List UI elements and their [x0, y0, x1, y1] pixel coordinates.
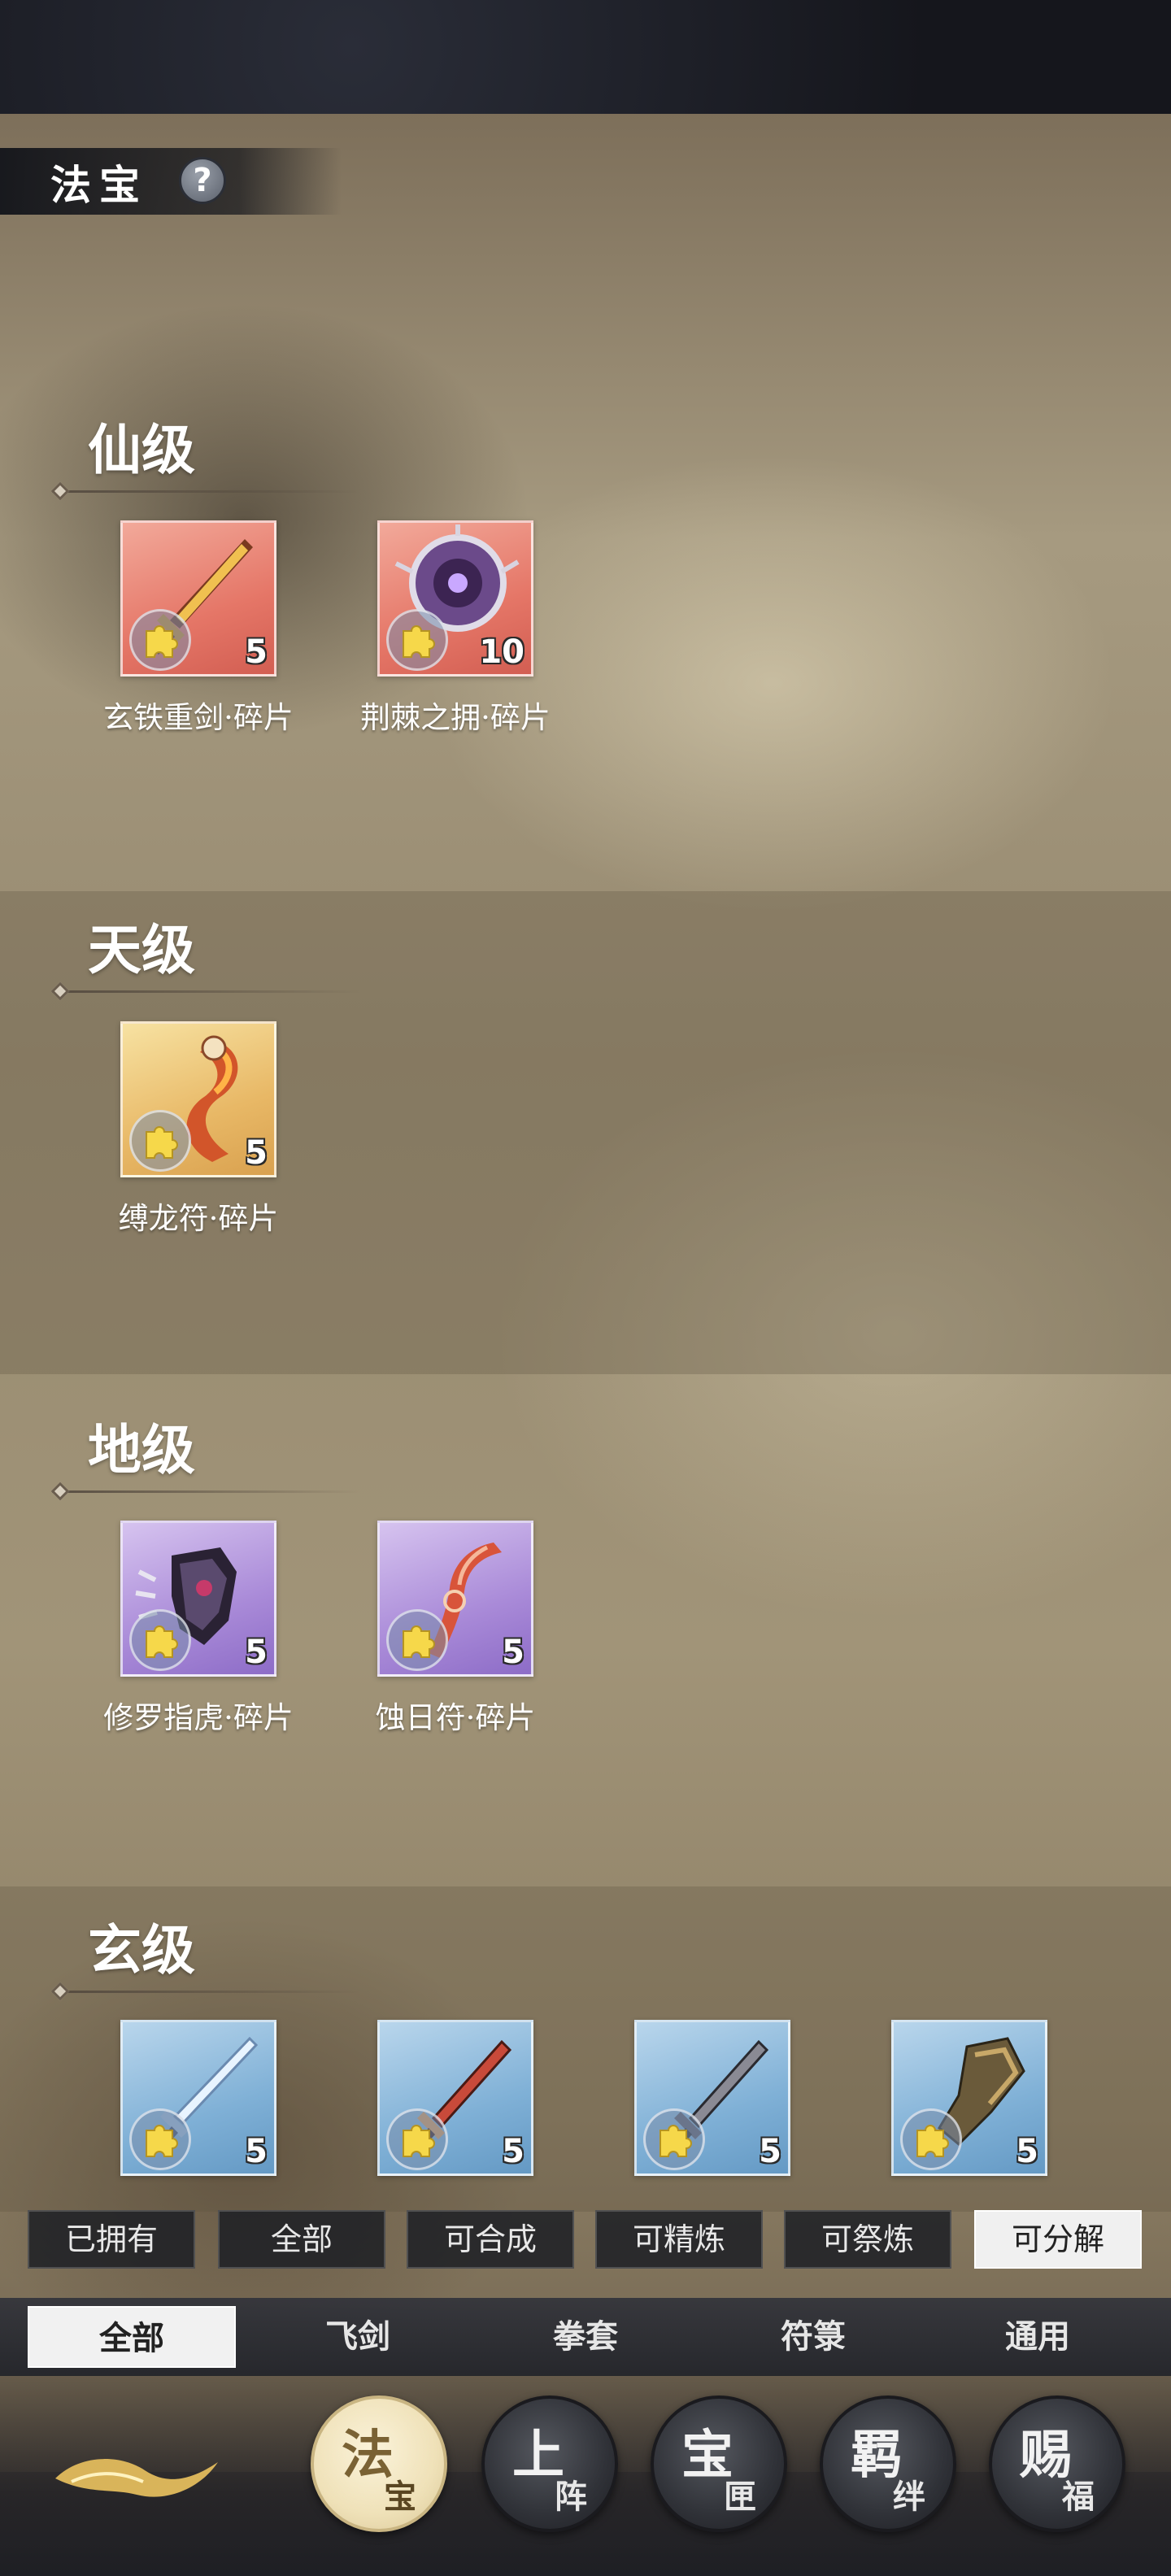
item-card[interactable]: 5: [120, 1021, 276, 1177]
fragment-count: 10: [479, 633, 525, 671]
nav-deploy-button[interactable]: 上 阵: [481, 2395, 618, 2532]
page-title: 法宝: [50, 161, 148, 209]
item-label: 玄铁重剑·碎片: [103, 700, 294, 735]
fragment-count: 5: [245, 633, 268, 671]
fragment-item[interactable]: 5 玄铁重剑·碎片: [76, 520, 320, 737]
puzzle-icon: [900, 2108, 962, 2170]
item-label: 缚龙符·碎片: [118, 1201, 279, 1236]
tier-divider: [52, 990, 361, 993]
item-card[interactable]: 5: [377, 1521, 533, 1677]
puzzle-icon: [129, 609, 191, 671]
item-label: 蚀日符·碎片: [375, 1700, 536, 1735]
item-label: 修罗指虎·碎片: [103, 1700, 294, 1735]
puzzle-icon: [129, 1609, 191, 1671]
fragment-item[interactable]: 5 修罗指虎·碎片: [76, 1521, 320, 1737]
tab-all[interactable]: 全部: [28, 2306, 236, 2368]
tab-flying-sword[interactable]: 飞剑: [252, 2306, 464, 2368]
nav-label-sub: 匣: [724, 2478, 756, 2516]
item-card[interactable]: 5: [120, 2020, 276, 2176]
puzzle-icon: [386, 1609, 448, 1671]
item-card[interactable]: 5: [120, 520, 276, 677]
item-card[interactable]: 10: [377, 520, 533, 677]
puzzle-icon: [643, 2108, 705, 2170]
item-card[interactable]: 5: [891, 2020, 1047, 2176]
fragment-item[interactable]: 5 蚀日符·碎片: [333, 1521, 577, 1737]
nav-label-sub: 福: [1062, 2478, 1095, 2516]
nav-blessing-button[interactable]: 赐 福: [989, 2395, 1125, 2532]
item-label: 荆棘之拥·碎片: [360, 700, 551, 735]
tab-general[interactable]: 通用: [932, 2306, 1143, 2368]
puzzle-icon: [386, 609, 448, 671]
tab-talisman[interactable]: 符箓: [707, 2306, 919, 2368]
fragment-item[interactable]: 10 荆棘之拥·碎片: [333, 520, 577, 737]
filter-bar: 已拥有 全部 可合成 可精炼 可祭炼 可分解: [0, 2195, 1171, 2277]
fragment-item[interactable]: 5 缚龙符·碎片: [76, 1021, 320, 1238]
nav-label-sub: 绊: [893, 2478, 925, 2516]
filter-decomposable-button[interactable]: 可分解: [974, 2210, 1142, 2269]
nav-fabao-button[interactable]: 法 宝: [311, 2395, 447, 2532]
top-status-area: [0, 0, 1171, 114]
filter-synthesizable-button[interactable]: 可合成: [407, 2210, 574, 2269]
tier-divider: [52, 490, 361, 493]
fragment-item[interactable]: 5: [847, 2020, 1091, 2176]
nav-bond-button[interactable]: 羁 绊: [820, 2395, 956, 2532]
fragment-count: 5: [502, 2133, 525, 2170]
filter-refinable-button[interactable]: 可精炼: [595, 2210, 763, 2269]
fragment-item[interactable]: 5: [76, 2020, 320, 2176]
puzzle-icon: [386, 2108, 448, 2170]
puzzle-icon: [129, 2108, 191, 2170]
fragment-count: 5: [502, 1634, 525, 1671]
nav-treasure-box-button[interactable]: 宝 匣: [651, 2395, 787, 2532]
nav-label-sub: 宝: [384, 2478, 416, 2516]
fragment-count: 5: [245, 1134, 268, 1172]
fragment-item[interactable]: 5: [590, 2020, 834, 2176]
item-card[interactable]: 5: [377, 2020, 533, 2176]
question-mark-icon[interactable]: ?: [179, 157, 226, 204]
fragment-item[interactable]: 5: [333, 2020, 577, 2176]
category-tabs: 全部 飞剑 拳套 符箓 通用: [0, 2298, 1171, 2376]
nav-label-sub: 阵: [555, 2478, 587, 2516]
tier-title: 仙级: [88, 418, 195, 481]
cloud-logo-icon: [55, 2459, 218, 2497]
tier-divider: [52, 1991, 361, 1993]
tier-title: 地级: [88, 1418, 195, 1482]
fragment-count: 5: [1016, 2133, 1038, 2170]
fragment-count: 5: [245, 1634, 268, 1671]
tier-title: 玄级: [88, 1918, 195, 1982]
tab-gauntlet[interactable]: 拳套: [480, 2306, 691, 2368]
filter-sacrificable-button[interactable]: 可祭炼: [784, 2210, 951, 2269]
item-card[interactable]: 5: [120, 1521, 276, 1677]
fragment-count: 5: [759, 2133, 781, 2170]
filter-all-button[interactable]: 全部: [218, 2210, 385, 2269]
tier-title: 天级: [88, 918, 195, 981]
tier-divider: [52, 1490, 361, 1493]
puzzle-icon: [129, 1110, 191, 1172]
fragment-count: 5: [245, 2133, 268, 2170]
filter-owned-button[interactable]: 已拥有: [28, 2210, 195, 2269]
item-card[interactable]: 5: [634, 2020, 790, 2176]
